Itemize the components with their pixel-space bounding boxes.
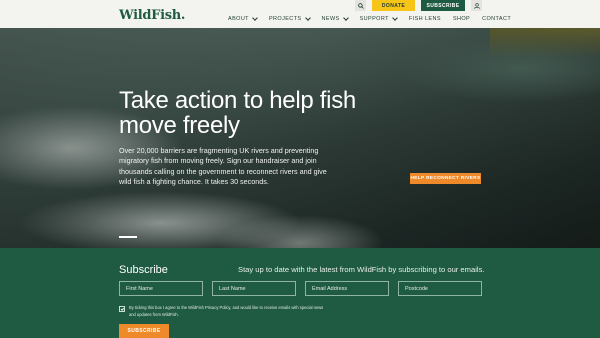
account-button[interactable] — [471, 0, 482, 11]
chevron-down-icon — [304, 15, 311, 21]
nav-item-news[interactable]: NEWS — [321, 15, 349, 22]
search-button[interactable] — [355, 0, 366, 11]
donate-button[interactable]: DONATE — [372, 0, 415, 11]
user-icon — [473, 2, 480, 9]
nav-item-label: FISH LENS — [408, 16, 441, 22]
site-header: WildFish. DONATE SUBSCRIBE ABOUT PROJECT… — [0, 0, 600, 28]
consent-text: By ticking this box I agree to the WildF… — [129, 305, 324, 317]
check-icon — [120, 306, 124, 311]
subscribe-submit-button[interactable]: SUBSCRIBE — [119, 324, 169, 338]
nav-item-label: ABOUT — [228, 16, 249, 22]
email-field[interactable]: Email Address — [305, 281, 389, 296]
nav-item-shop[interactable]: SHOP — [453, 16, 470, 22]
nav-item-label: CONTACT — [482, 16, 512, 22]
subscribe-text: Stay up to date with the latest from Wil… — [238, 265, 485, 274]
wildfish-logo[interactable]: WildFish. — [119, 8, 185, 23]
consent-row: By ticking this box I agree to the WildF… — [119, 305, 329, 318]
subscribe-title: Subscribe — [119, 264, 168, 276]
hero-overlay — [0, 28, 600, 248]
nav-item-about[interactable]: ABOUT — [228, 15, 258, 22]
hero-text: Over 20,000 barriers are fragmenting UK … — [119, 146, 327, 187]
nav-item-label: NEWS — [321, 16, 340, 22]
first-name-field[interactable]: First Name — [119, 281, 203, 296]
nav-item-projects[interactable]: PROJECTS — [268, 15, 311, 22]
nav-item-label: PROJECTS — [268, 16, 302, 22]
hero-banner: Take action to help fish move freely Ove… — [0, 28, 600, 248]
chevron-down-icon — [252, 15, 258, 21]
header-subscribe-button[interactable]: SUBSCRIBE — [421, 0, 465, 11]
nav-item-label: SUPPORT — [359, 16, 389, 22]
nav-item-contact[interactable]: CONTACT — [482, 16, 511, 22]
hero-title: Take action to help fish move freely — [119, 87, 356, 139]
chevron-down-icon — [342, 15, 349, 21]
nav-item-label: SHOP — [452, 16, 471, 22]
last-name-field[interactable]: Last Name — [212, 281, 296, 296]
slide-indicator[interactable] — [119, 236, 137, 238]
postcode-field[interactable]: Postcode — [398, 281, 482, 296]
subscribe-section: Subscribe Stay up to date with the lates… — [0, 248, 600, 338]
help-reconnect-rivers-button[interactable]: HELP RECONNECT RIVERS — [410, 173, 481, 184]
search-icon — [357, 2, 364, 9]
main-nav: ABOUT PROJECTS NEWS SUPPORT FISH LENS SH… — [228, 15, 523, 22]
chevron-down-icon — [392, 15, 398, 21]
nav-item-support[interactable]: SUPPORT — [359, 15, 398, 22]
nav-item-fish-lens[interactable]: FISH LENS — [409, 16, 441, 22]
consent-checkbox[interactable] — [119, 306, 125, 312]
